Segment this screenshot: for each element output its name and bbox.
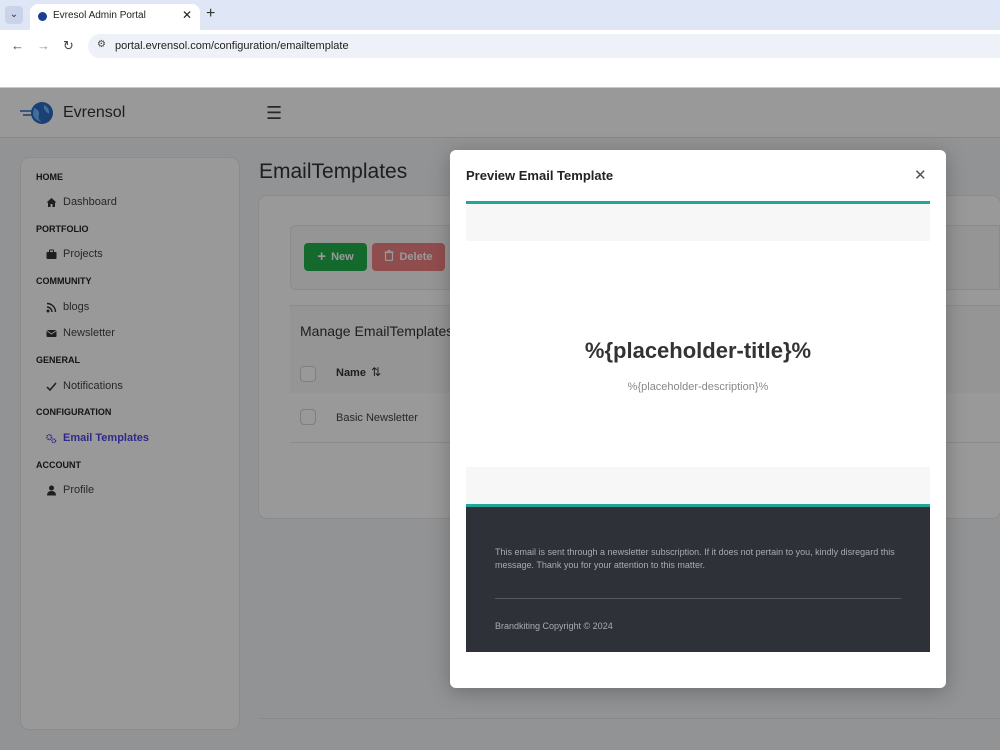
browser-tabstrip: ⌄ Evresol Admin Portal ✕ +	[0, 0, 1000, 30]
forward-icon[interactable]: →	[37, 38, 50, 53]
email-preview: %{placeholder-title}% %{placeholder-desc…	[466, 201, 930, 652]
email-header-band	[466, 204, 930, 241]
browser-tab-active[interactable]: Evresol Admin Portal ✕	[30, 4, 200, 30]
address-bar[interactable]: ⚙ portal.evrensol.com/configuration/emai…	[88, 34, 1000, 58]
footer-disclaimer: This email is sent through a newsletter …	[495, 547, 895, 570]
email-footer: This email is sent through a newsletter …	[466, 507, 930, 652]
footer-divider	[495, 598, 901, 599]
email-title: %{placeholder-title}%	[584, 338, 812, 363]
footer-copyright: Brandkiting Copyright © 2024	[495, 621, 613, 631]
preview-modal: Preview Email Template ✕ %{placeholder-t…	[450, 150, 946, 688]
back-icon[interactable]: ←	[11, 38, 24, 53]
tab-close-icon[interactable]: ✕	[182, 8, 192, 22]
new-tab-icon[interactable]: +	[206, 5, 215, 23]
reload-icon[interactable]: ↻	[63, 38, 74, 54]
favicon-icon	[38, 12, 47, 21]
url-text[interactable]: portal.evrensol.com/configuration/emailt…	[115, 40, 349, 52]
email-bottom-band	[466, 467, 930, 504]
tab-search-button[interactable]: ⌄	[5, 6, 23, 24]
tab-title: Evresol Admin Portal	[53, 10, 146, 21]
close-icon[interactable]: ✕	[914, 166, 927, 184]
modal-title: Preview Email Template	[466, 168, 614, 183]
site-info-icon[interactable]: ⚙	[97, 39, 106, 50]
bookmarks-area	[0, 62, 1000, 88]
browser-toolbar: ← → ↻ ⚙ portal.evrensol.com/configuratio…	[0, 30, 1000, 62]
email-description: %{placeholder-description}%	[627, 381, 769, 393]
